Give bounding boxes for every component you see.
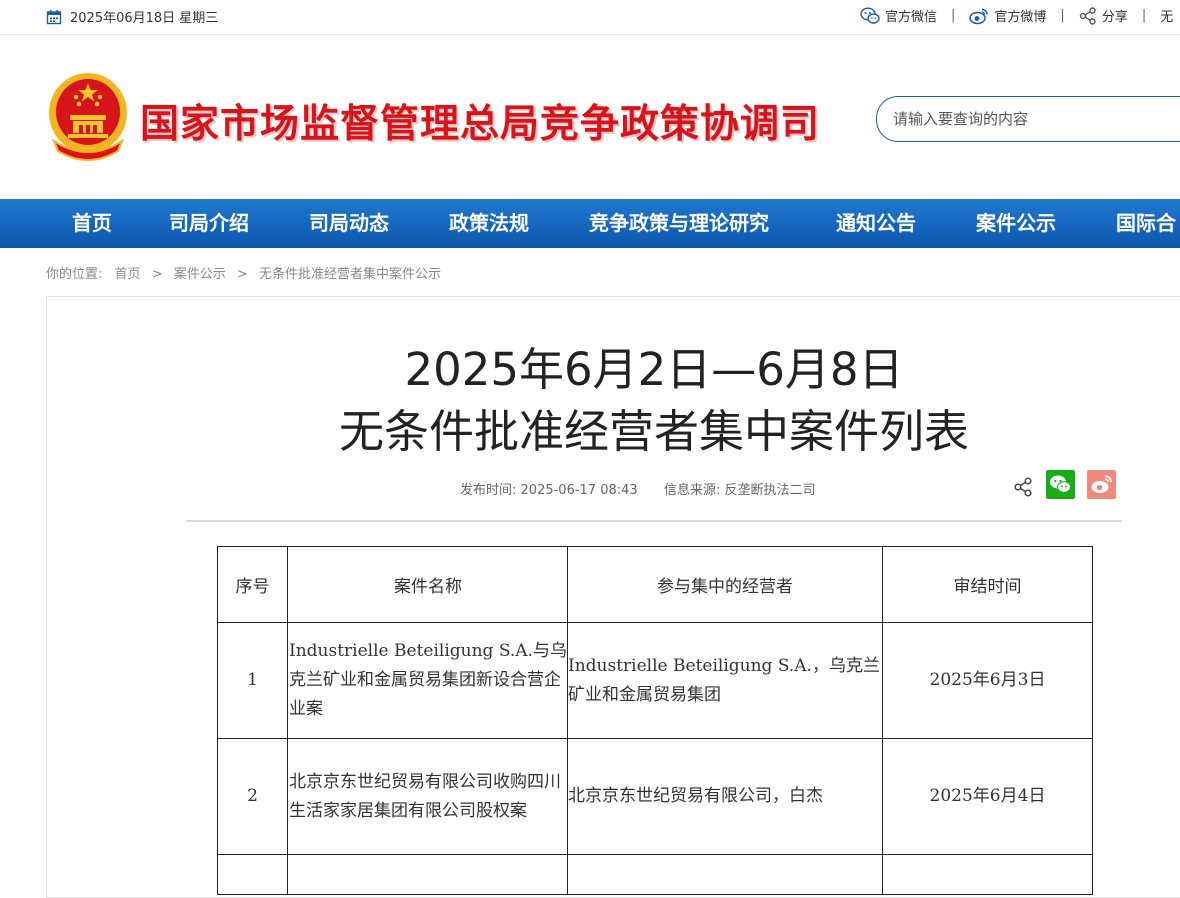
row-number: 2 [217, 738, 288, 855]
official-wechat-label: 官方微信 [885, 10, 938, 25]
breadcrumb-case-disclosure[interactable]: 案件公示 [174, 267, 226, 282]
publish-time: 2025-06-17 08:43 [520, 483, 638, 498]
row-number: 1 [217, 622, 288, 739]
column-header-no: 序号 [217, 546, 288, 623]
wechat-icon [860, 6, 880, 24]
breadcrumb-home[interactable]: 首页 [115, 267, 141, 282]
main-nav: 首页 司局介绍 司局动态 政策法规 竞争政策与理论研究 通知公告 案件公示 国际… [0, 199, 1180, 248]
current-date: 2025年06月18日 星期三 [46, 7, 218, 26]
search-input[interactable] [891, 107, 1175, 131]
table-row: 2 北京京东世纪贸易有限公司收购四川生活家家居集团有限公司股权案 北京京东世纪贸… [217, 738, 1093, 855]
date-text: 2025年06月18日 星期三 [70, 11, 219, 26]
calendar-icon [46, 9, 62, 24]
breadcrumb: 你的位置: 首页 > 案件公示 > 无条件批准经营者集中案件公示 [46, 263, 441, 282]
share-link[interactable]: 分享 [1079, 6, 1128, 25]
article-share-icon[interactable] [1012, 476, 1034, 498]
wechat-icon [1050, 475, 1071, 493]
nav-policies[interactable]: 政策法规 [449, 199, 529, 248]
share-label: 分享 [1101, 10, 1128, 25]
nav-bureau-news[interactable]: 司局动态 [309, 199, 389, 248]
nav-competition-research[interactable]: 竞争政策与理论研究 [589, 199, 769, 248]
nav-international[interactable]: 国际合 [1116, 199, 1176, 248]
official-weibo-link[interactable]: 官方微博 [969, 6, 1046, 25]
separator: | [1060, 8, 1065, 23]
breadcrumb-current[interactable]: 无条件批准经营者集中案件公示 [259, 267, 441, 282]
article-meta: 发布时间: 2025-06-17 08:43 信息来源: 反垄断执法二司 [460, 479, 816, 498]
source-value: 反垄断执法二司 [724, 483, 816, 498]
nav-notices[interactable]: 通知公告 [836, 199, 916, 248]
share-icon [1079, 6, 1096, 25]
official-weibo-label: 官方微博 [994, 10, 1047, 25]
table-row: 1 Industrielle Beteiligung S.A.与乌克兰矿业和金属… [217, 622, 1093, 739]
nav-home[interactable]: 首页 [72, 199, 112, 248]
truncated-link[interactable]: 无 [1160, 6, 1173, 25]
column-header-case-name: 案件名称 [287, 546, 568, 623]
cases-table: 序号 案件名称 参与集中的经营者 审结时间 1 Industrielle Bet… [217, 546, 1093, 895]
case-parties: Industrielle Beteiligung S.A.，乌克兰矿业和金属贸易… [567, 622, 883, 739]
publish-label: 发布时间: [460, 483, 517, 498]
source-label: 信息来源: [663, 483, 721, 498]
weibo-icon [969, 8, 989, 24]
title-divider [186, 520, 1122, 522]
top-links: 官方微信 | 官方微博 | 分享 | 无 [860, 6, 1173, 25]
official-wechat-link[interactable]: 官方微信 [860, 6, 937, 25]
article-title-line2: 无条件批准经营者集中案件列表 [338, 405, 969, 458]
separator: | [1141, 8, 1147, 23]
search-box [876, 96, 1180, 142]
breadcrumb-prefix: 你的位置: [46, 267, 103, 282]
breadcrumb-separator: > [151, 267, 163, 282]
case-name: 北京京东世纪贸易有限公司收购四川生活家家居集团有限公司股权案 [287, 738, 568, 855]
case-name: Industrielle Beteiligung S.A.与乌克兰矿业和金属贸易… [287, 622, 568, 739]
case-date: 2025年6月4日 [882, 738, 1093, 855]
column-header-parties: 参与集中的经营者 [567, 546, 883, 623]
nav-case-disclosure[interactable]: 案件公示 [976, 199, 1056, 248]
article-title: 2025年6月2日—6月8日 无条件批准经营者集中案件列表 [0, 339, 1180, 463]
separator: | [951, 8, 956, 23]
column-header-date: 审结时间 [882, 546, 1093, 623]
site-title: 国家市场监督管理总局竞争政策协调司 [140, 102, 821, 147]
table-row [217, 854, 1093, 895]
case-parties: 北京京东世纪贸易有限公司，白杰 [567, 738, 883, 855]
case-date: 2025年6月3日 [882, 622, 1093, 739]
share-weibo-button[interactable] [1087, 470, 1116, 499]
article-title-line1: 2025年6月2日—6月8日 [404, 343, 904, 396]
table-header-row: 序号 案件名称 参与集中的经营者 审结时间 [217, 546, 1093, 623]
top-bar: 2025年06月18日 星期三 官方微信 | 官方微博 | 分享 | 无 [0, 0, 1180, 35]
share-wechat-button[interactable] [1046, 470, 1075, 499]
national-emblem-logo [49, 73, 127, 161]
site-header: 国家市场监督管理总局竞争政策协调司 [0, 35, 1180, 199]
nav-bureau-intro[interactable]: 司局介绍 [169, 199, 249, 248]
breadcrumb-separator: > [236, 267, 248, 282]
weibo-icon [1091, 475, 1112, 493]
